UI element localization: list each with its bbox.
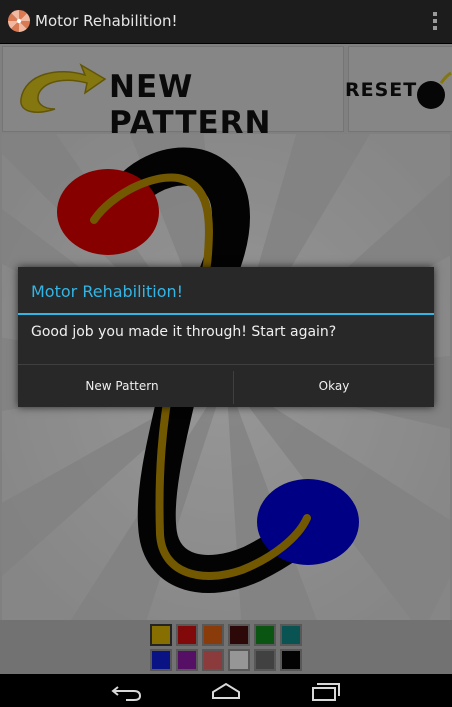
app-title: Motor Rehabilition!: [35, 12, 178, 30]
new-pattern-dialog-button[interactable]: New Pattern: [18, 365, 226, 408]
pinwheel-icon: [7, 9, 31, 33]
completion-dialog: Motor Rehabilition! Good job you made it…: [18, 267, 434, 407]
dialog-message: Good job you made it through! Start agai…: [31, 324, 337, 340]
recents-icon[interactable]: [304, 678, 344, 704]
dialog-title-divider: [18, 313, 434, 315]
navigation-bar: [0, 674, 452, 707]
dialog-button-bar: New Pattern Okay: [18, 364, 434, 408]
dialog-title: Motor Rehabilition!: [31, 282, 184, 301]
back-icon[interactable]: [108, 678, 148, 704]
home-icon[interactable]: [206, 678, 246, 704]
overflow-menu-icon[interactable]: [432, 12, 438, 32]
okay-button[interactable]: Okay: [234, 365, 434, 408]
action-bar: Motor Rehabilition!: [0, 0, 452, 44]
